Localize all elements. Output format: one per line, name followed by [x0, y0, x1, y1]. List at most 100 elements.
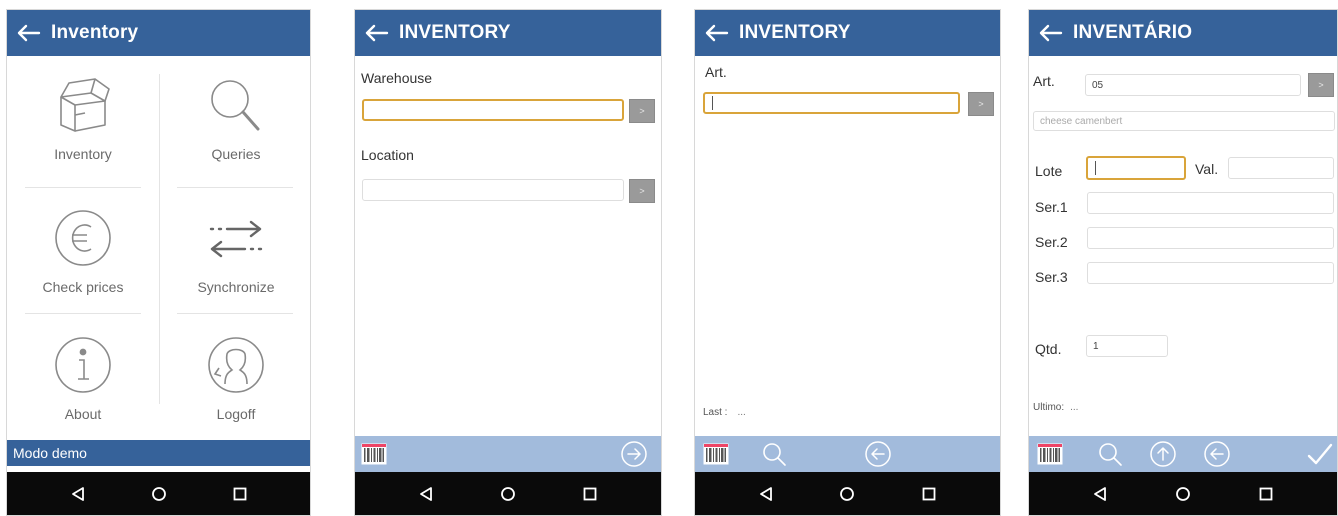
warehouse-field[interactable]	[362, 99, 624, 121]
nav-home-icon[interactable]	[827, 474, 867, 514]
menu-item-about[interactable]: About	[7, 316, 159, 436]
menu-item-inventory[interactable]: Inventory	[7, 56, 159, 176]
location-field[interactable]	[362, 179, 624, 201]
ser3-field[interactable]	[1087, 262, 1334, 284]
nav-recents-icon[interactable]	[220, 474, 260, 514]
app-bar: INVENTORY	[355, 10, 661, 56]
art-lookup-button[interactable]: >	[1308, 73, 1334, 97]
art-field[interactable]	[703, 92, 960, 114]
menu-label: Inventory	[54, 146, 112, 162]
art-label: Art.	[1033, 73, 1055, 89]
back-circle-icon[interactable]	[863, 439, 893, 469]
back-arrow-icon[interactable]	[695, 10, 739, 56]
description-field: cheese camenbert	[1033, 111, 1335, 131]
qtd-field[interactable]: 1	[1086, 335, 1168, 357]
location-label: Location	[361, 147, 414, 163]
search-icon[interactable]	[1095, 439, 1125, 469]
box-icon	[51, 74, 115, 136]
menu-label: About	[64, 406, 102, 422]
nav-recents-icon[interactable]	[1246, 474, 1286, 514]
magnifier-icon	[206, 74, 266, 136]
bottom-toolbar	[355, 436, 661, 472]
nav-back-icon[interactable]	[406, 474, 446, 514]
app-bar: Inventory	[7, 10, 310, 56]
nav-recents-icon[interactable]	[570, 474, 610, 514]
nav-home-icon[interactable]	[139, 474, 179, 514]
menu-label: Logoff	[216, 406, 256, 422]
android-nav-bar	[1029, 472, 1337, 515]
nav-home-icon[interactable]	[488, 474, 528, 514]
app-bar: INVENTORY	[695, 10, 1000, 56]
page-title: INVENTORY	[399, 22, 511, 43]
page-title: INVENTORY	[739, 22, 851, 43]
back-arrow-icon[interactable]	[1029, 10, 1073, 56]
text-cursor	[712, 96, 713, 110]
screen-inventory-article: INVENTORY Art. > Last :...	[694, 9, 1001, 516]
val-label: Val.	[1195, 161, 1219, 177]
back-arrow-icon[interactable]	[355, 10, 399, 56]
warehouse-lookup-button[interactable]: >	[629, 99, 655, 123]
val-field[interactable]	[1228, 157, 1334, 179]
art-label: Art.	[705, 64, 727, 80]
ser1-field[interactable]	[1087, 192, 1334, 214]
android-nav-bar	[355, 472, 661, 515]
back-circle-icon[interactable]	[1202, 439, 1232, 469]
warehouse-label: Warehouse	[361, 70, 433, 86]
menu-label: Queries	[211, 146, 261, 162]
menu-item-queries[interactable]: Queries	[160, 56, 310, 176]
bottom-toolbar	[695, 436, 1000, 472]
back-arrow-icon[interactable]	[7, 10, 51, 56]
confirm-check-icon[interactable]	[1305, 439, 1335, 469]
art-value: 05	[1092, 79, 1104, 91]
nav-back-icon[interactable]	[746, 474, 786, 514]
last-label: Last :	[703, 407, 728, 418]
art-field[interactable]: 05	[1085, 74, 1301, 96]
menu-label: Check prices	[42, 279, 124, 295]
screen-inventory-warehouse: INVENTORY Warehouse > Location >	[354, 9, 662, 516]
bottom-toolbar	[1029, 436, 1337, 472]
nav-recents-icon[interactable]	[909, 474, 949, 514]
menu-label: Synchronize	[197, 279, 275, 295]
last-value: ...	[737, 407, 746, 418]
last-scanned: Last :...	[703, 407, 746, 418]
ultimo-value: ...	[1070, 402, 1079, 413]
ser3-label: Ser.3	[1035, 269, 1068, 285]
art-lookup-button[interactable]: >	[968, 92, 994, 116]
ser2-label: Ser.2	[1035, 234, 1068, 250]
divider	[25, 313, 141, 314]
description-value: cheese camenbert	[1040, 115, 1123, 127]
location-lookup-button[interactable]: >	[629, 179, 655, 203]
search-icon[interactable]	[759, 439, 789, 469]
up-circle-icon[interactable]	[1148, 439, 1178, 469]
barcode-icon[interactable]	[701, 439, 731, 469]
android-nav-bar	[7, 472, 310, 515]
android-nav-bar	[695, 472, 1000, 515]
ser1-label: Ser.1	[1035, 199, 1068, 215]
nav-home-icon[interactable]	[1163, 474, 1203, 514]
text-cursor	[1095, 161, 1096, 175]
qtd-label: Qtd.	[1035, 341, 1062, 357]
barcode-icon[interactable]	[359, 439, 389, 469]
page-title: Inventory	[51, 22, 139, 43]
info-icon	[52, 334, 114, 396]
nav-back-icon[interactable]	[1080, 474, 1120, 514]
lote-field[interactable]	[1086, 156, 1186, 180]
menu-item-synchronize[interactable]: Synchronize	[160, 189, 310, 309]
ser2-field[interactable]	[1087, 227, 1334, 249]
divider	[177, 187, 293, 188]
barcode-icon[interactable]	[1035, 439, 1065, 469]
euro-icon	[52, 207, 114, 269]
last-scanned: Ultimo:...	[1033, 402, 1078, 413]
nav-back-icon[interactable]	[58, 474, 98, 514]
menu-item-check-prices[interactable]: Check prices	[7, 189, 159, 309]
sync-arrows-icon	[203, 207, 269, 269]
divider	[25, 187, 141, 188]
page-title: INVENTÁRIO	[1073, 22, 1193, 43]
divider	[177, 313, 293, 314]
lote-label: Lote	[1035, 163, 1063, 179]
menu-item-logoff[interactable]: Logoff	[160, 316, 310, 436]
qtd-value: 1	[1093, 340, 1099, 352]
screen-main-menu: Inventory Inventory Queries Check prices…	[6, 9, 311, 516]
user-logoff-icon	[205, 334, 267, 396]
forward-circle-icon[interactable]	[619, 439, 649, 469]
